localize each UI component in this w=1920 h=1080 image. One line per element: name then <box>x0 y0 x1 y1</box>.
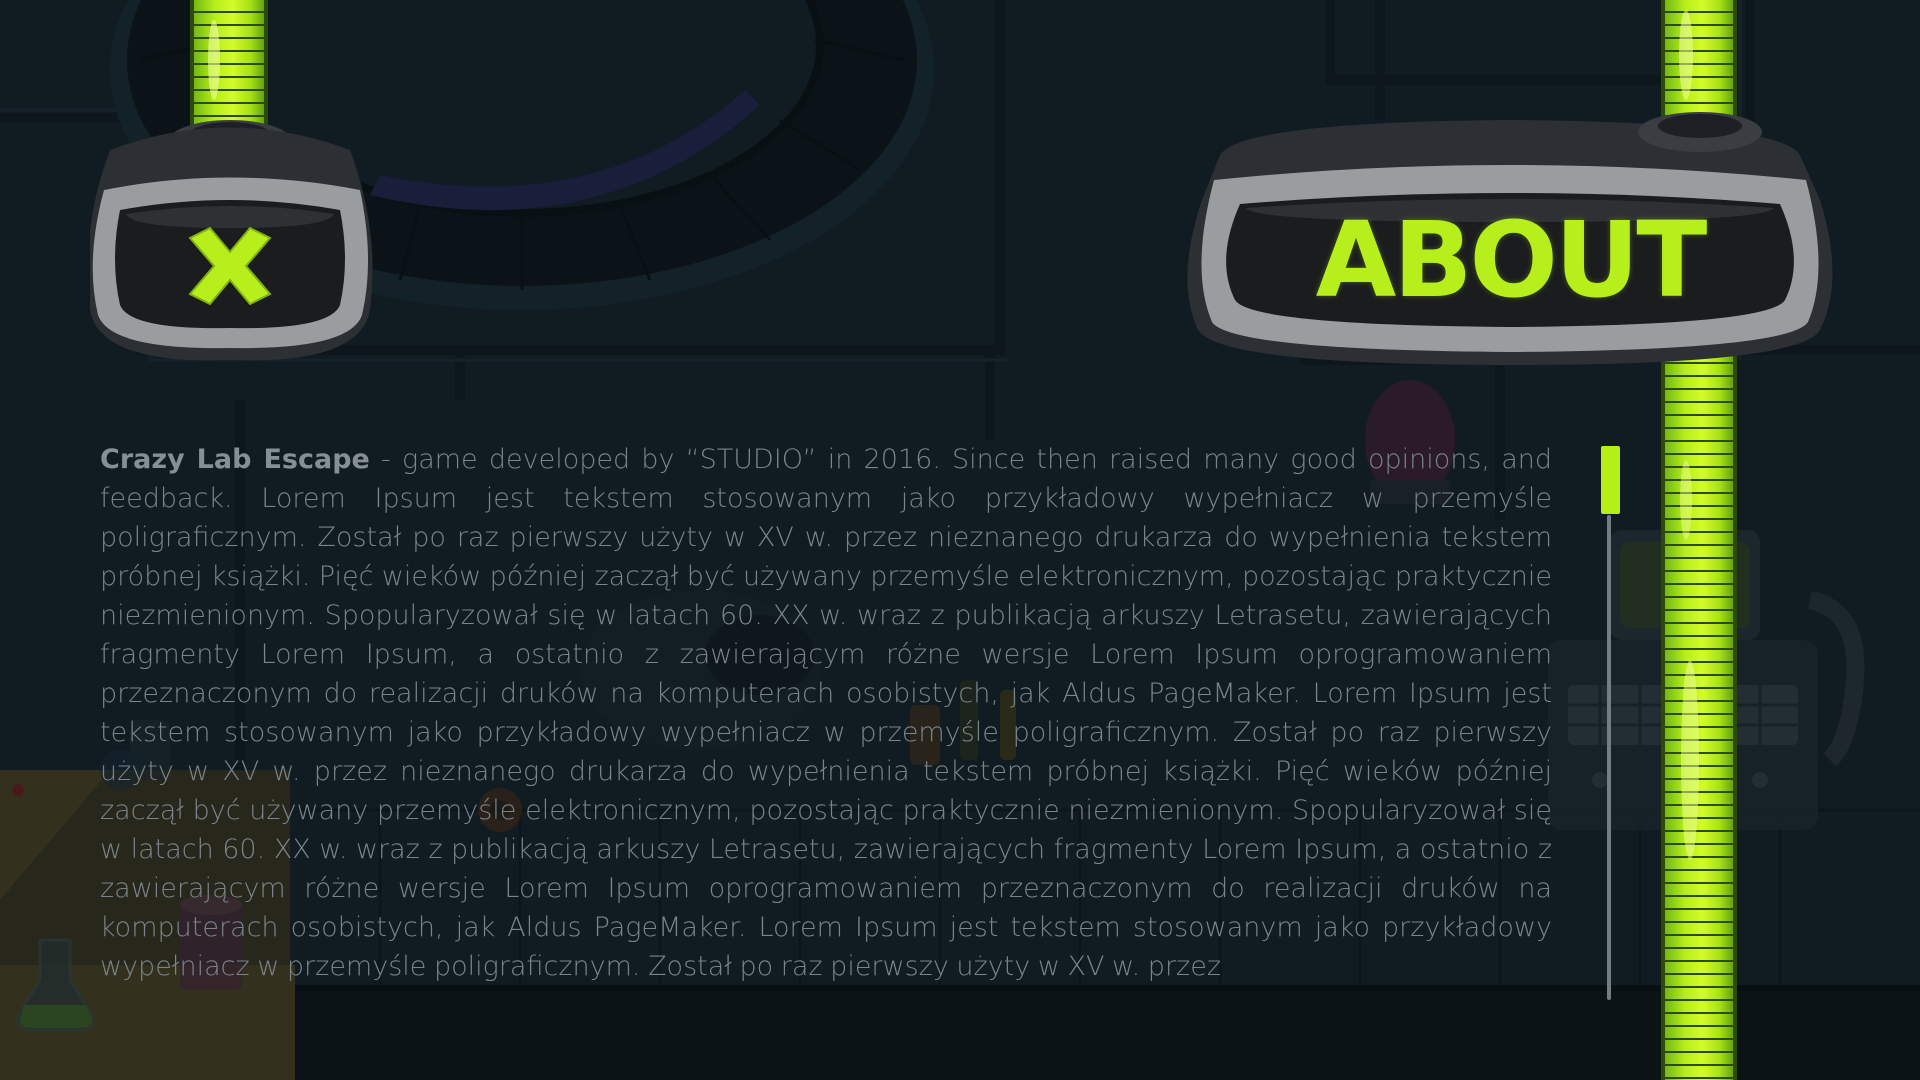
scrollbar-thumb[interactable] <box>1601 446 1620 514</box>
about-description: Crazy Lab Escape - game developed by “ST… <box>100 440 1552 988</box>
game-name: Crazy Lab Escape <box>100 444 370 475</box>
about-body: - game developed by “STUDIO” in 2016. Si… <box>100 444 1552 982</box>
screen-title: ABOUT <box>1315 199 1708 321</box>
scrollbar-track[interactable] <box>1607 515 1611 1000</box>
close-button[interactable] <box>90 110 380 370</box>
